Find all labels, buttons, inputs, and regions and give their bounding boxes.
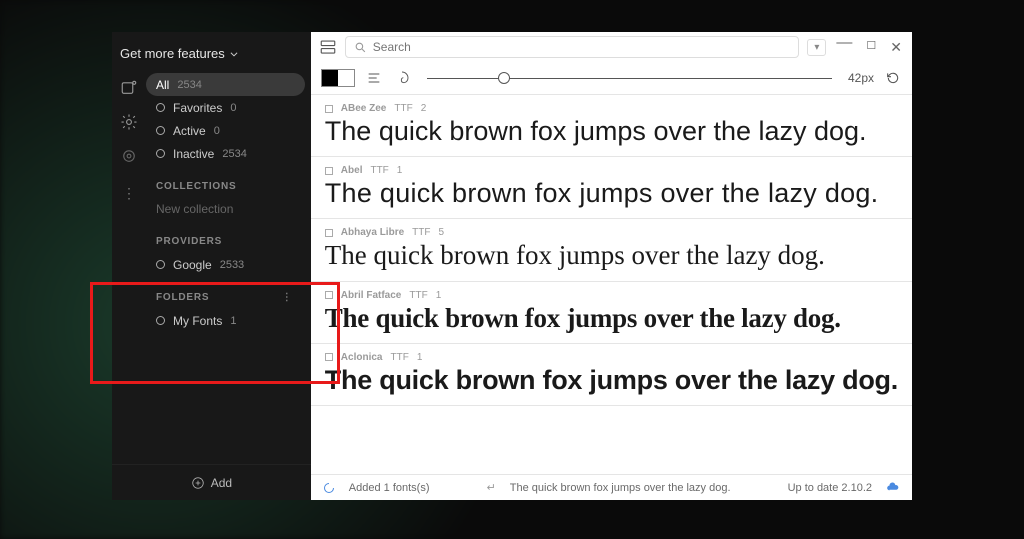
search-input[interactable] — [373, 40, 791, 54]
window-controls: — ☐ ✕ — [834, 39, 904, 56]
search-icon — [354, 41, 367, 54]
app-window: Get more features ⋮ All2534 Favorites0 A… — [112, 32, 912, 500]
section-header-collections: COLLECTIONS — [146, 165, 305, 198]
minimize-button[interactable]: — — [836, 39, 852, 56]
font-row-aclonica[interactable]: AclonicaTTF1 The quick brown fox jumps o… — [311, 344, 912, 406]
font-preview: The quick brown fox jumps over the lazy … — [325, 303, 898, 333]
section-header-folders: FOLDERS ⋮ — [146, 276, 305, 309]
gear-icon[interactable] — [120, 113, 138, 131]
reset-icon[interactable] — [884, 69, 902, 87]
font-preview: The quick brown fox jumps over the lazy … — [325, 365, 898, 395]
titlebar: ▾ — ☐ ✕ — [311, 32, 912, 62]
sidebar: Get more features ⋮ All2534 Favorites0 A… — [112, 32, 311, 500]
chevron-down-icon — [229, 49, 239, 59]
font-row-abeezee[interactable]: ABee ZeeTTF2 The quick brown fox jumps o… — [311, 95, 912, 157]
spinner-icon — [323, 482, 335, 494]
font-preview: The quick brown fox jumps over the lazy … — [325, 178, 898, 208]
add-label: Add — [211, 476, 232, 490]
font-list[interactable]: ABee ZeeTTF2 The quick brown fox jumps o… — [311, 94, 912, 474]
nav-column: All2534 Favorites0 Active0 Inactive2534 … — [146, 73, 311, 464]
get-more-features-label: Get more features — [120, 46, 225, 61]
plus-circle-icon — [191, 476, 205, 490]
main-panel: ▾ — ☐ ✕ 42px ABee ZeeTTF2 The quick brow… — [311, 32, 912, 500]
sidebar-item-google[interactable]: Google2533 — [146, 253, 305, 276]
size-slider[interactable] — [427, 68, 832, 88]
sidebar-item-inactive[interactable]: Inactive2534 — [146, 142, 305, 165]
search-dropdown[interactable]: ▾ — [807, 39, 826, 56]
list-view-icon[interactable] — [319, 38, 337, 56]
font-preview: The quick brown fox jumps over the lazy … — [325, 116, 898, 146]
size-label: 42px — [848, 71, 874, 85]
search-box[interactable] — [345, 36, 800, 58]
toolbar: 42px — [311, 62, 912, 94]
close-button[interactable]: ✕ — [890, 39, 902, 56]
status-sample: The quick brown fox jumps over the lazy … — [510, 482, 731, 494]
sidebar-item-active[interactable]: Active0 — [146, 119, 305, 142]
status-version: Up to date 2.10.2 — [788, 482, 872, 494]
cloud-icon[interactable] — [886, 481, 900, 495]
sidebar-item-myfonts[interactable]: My Fonts1 — [146, 309, 305, 332]
icon-rail: ⋮ — [112, 73, 146, 464]
checkbox-icon[interactable] — [325, 291, 333, 299]
folders-kebab-icon[interactable]: ⋮ — [282, 292, 293, 303]
maximize-button[interactable]: ☐ — [866, 39, 876, 56]
panel-icon[interactable] — [120, 79, 138, 97]
sidebar-item-favorites[interactable]: Favorites0 — [146, 96, 305, 119]
checkbox-icon[interactable] — [325, 229, 333, 237]
font-row-abrilfatface[interactable]: Abril FatfaceTTF1 The quick brown fox ju… — [311, 282, 912, 344]
section-header-providers: PROVIDERS — [146, 220, 305, 253]
settings-swirl-icon[interactable] — [393, 69, 411, 87]
sidebar-item-all[interactable]: All2534 — [146, 73, 305, 96]
checkbox-icon[interactable] — [325, 105, 333, 113]
new-collection-button[interactable]: New collection — [146, 198, 305, 220]
add-button[interactable]: Add — [112, 464, 311, 500]
font-preview: The quick brown fox jumps over the lazy … — [325, 240, 898, 270]
checkbox-icon[interactable] — [325, 167, 333, 175]
statusbar: Added 1 fonts(s) ↵ The quick brown fox j… — [311, 474, 912, 500]
font-row-abel[interactable]: AbelTTF1 The quick brown fox jumps over … — [311, 157, 912, 219]
get-more-features-link[interactable]: Get more features — [112, 32, 311, 73]
align-icon[interactable] — [365, 69, 383, 87]
rail-kebab-icon[interactable]: ⋮ — [122, 185, 136, 202]
font-row-abhaya[interactable]: Abhaya LibreTTF5 The quick brown fox jum… — [311, 219, 912, 281]
checkbox-icon[interactable] — [325, 353, 333, 361]
theme-toggle[interactable] — [321, 69, 355, 87]
source-icon[interactable] — [120, 147, 138, 165]
status-added: Added 1 fonts(s) — [349, 482, 430, 494]
slider-thumb[interactable] — [498, 72, 510, 84]
